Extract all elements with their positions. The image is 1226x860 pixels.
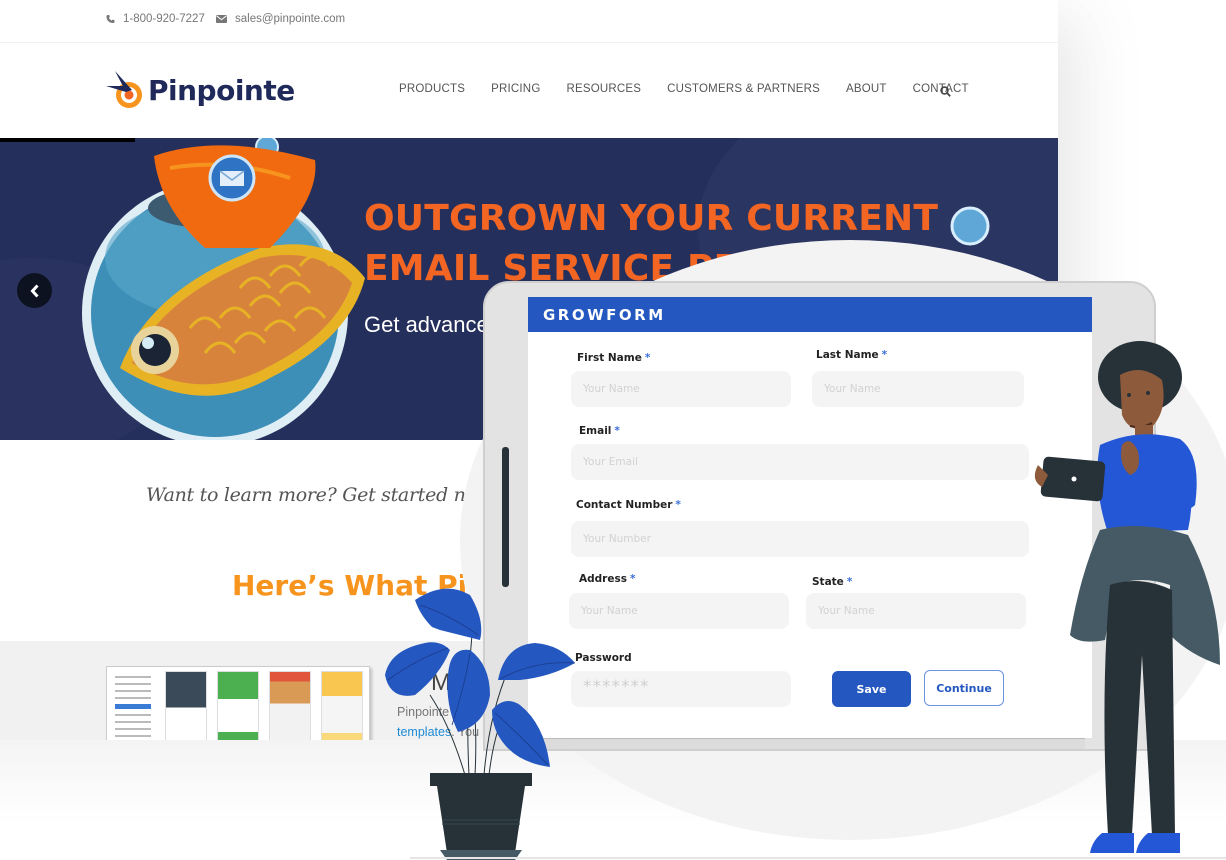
nav-resources[interactable]: RESOURCES <box>566 83 641 95</box>
email-input[interactable] <box>571 444 1029 480</box>
state-label: State * <box>812 576 853 588</box>
first-name-input[interactable] <box>571 371 791 407</box>
leaf <box>385 642 450 696</box>
state-input[interactable] <box>806 593 1026 629</box>
contact-number-label: Contact Number * <box>576 499 681 511</box>
nav-pricing[interactable]: PRICING <box>491 83 540 95</box>
address-input[interactable] <box>569 593 789 629</box>
address-label: Address * <box>579 573 636 585</box>
template-thumbnail <box>217 671 259 740</box>
growform: GROWFORM First Name* Last Name* Email* C… <box>528 297 1092 738</box>
templates-sidebar <box>111 671 159 740</box>
tablet-side-button <box>502 447 509 587</box>
last-name-label: Last Name * <box>816 349 888 361</box>
carousel-prev-button[interactable] <box>17 273 52 308</box>
hero-subtitle: Get advance <box>364 312 489 337</box>
email-address: sales@pinpointe.com <box>235 13 346 25</box>
form-header: GROWFORM <box>528 297 1092 332</box>
leaf <box>492 701 550 767</box>
continue-button[interactable]: Continue <box>924 670 1004 706</box>
tablet-bottom-edge <box>525 737 1085 749</box>
last-name-input[interactable] <box>812 371 1024 407</box>
search-icon <box>940 86 951 97</box>
phone-contact[interactable]: 1-800-920-7227 <box>106 13 205 25</box>
cta-text: Want to learn more? Get started now. <box>146 484 497 506</box>
person-illustration <box>1034 341 1220 853</box>
site-header: Pinpointe PRODUCTS PRICING RESOURCES CUS… <box>0 44 1058 138</box>
phone-number: 1-800-920-7227 <box>123 13 205 25</box>
bubble-icon <box>950 206 990 246</box>
search-button[interactable] <box>940 84 951 102</box>
email-label: Email * <box>579 425 620 437</box>
main-nav: PRODUCTS PRICING RESOURCES CUSTOMERS & P… <box>399 83 995 97</box>
template-thumbnail <box>321 671 363 740</box>
envelope-icon <box>216 15 227 23</box>
logo-target-icon <box>106 71 142 108</box>
contact-topbar: 1-800-920-7227 sales@pinpointe.com <box>0 0 1058 43</box>
email-contact[interactable]: sales@pinpointe.com <box>216 13 345 25</box>
pot-rim <box>430 773 532 786</box>
plant-illustration <box>385 588 576 860</box>
fishbowl-illustration <box>82 138 365 440</box>
password-label: Password <box>575 652 632 664</box>
template-thumbnail <box>165 671 207 740</box>
phone-icon <box>106 14 115 24</box>
floor-line <box>410 857 1226 859</box>
password-input[interactable] <box>571 671 791 707</box>
email-templates-preview <box>106 666 370 740</box>
contact-number-input[interactable] <box>571 521 1029 557</box>
template-thumbnail <box>269 671 311 740</box>
hero-headline-line1: OUTGROWN YOUR CURRENT <box>364 198 939 239</box>
logo-wordmark: Pinpointe <box>148 73 295 107</box>
pinpointe-logo[interactable]: Pinpointe <box>106 66 295 114</box>
save-button[interactable]: Save <box>832 671 911 707</box>
first-name-label: First Name * <box>577 352 651 364</box>
leaf <box>415 588 482 640</box>
nav-customers-partners[interactable]: CUSTOMERS & PARTNERS <box>667 83 820 95</box>
nav-about[interactable]: ABOUT <box>846 83 887 95</box>
nav-products[interactable]: PRODUCTS <box>399 83 465 95</box>
form-title: GROWFORM <box>543 306 666 324</box>
chevron-left-icon <box>29 283 39 298</box>
